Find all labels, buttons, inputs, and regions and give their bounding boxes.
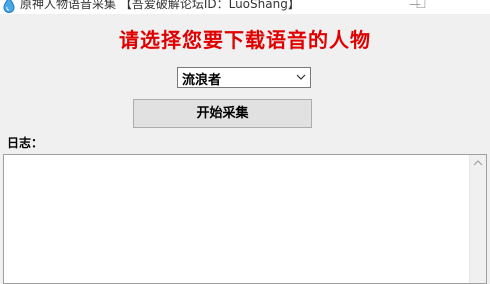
log-label: 日志： xyxy=(7,136,44,150)
title-bar: 原神人物语音采集 【吾爱破解论坛ID：LuoShang】 — ☐ xyxy=(0,0,490,14)
maximize-button[interactable]: ☐ xyxy=(406,0,436,12)
scroll-up-arrow-icon[interactable] xyxy=(470,155,486,172)
start-collect-button[interactable]: 开始采集 xyxy=(133,99,312,128)
log-scrollbar[interactable] xyxy=(469,155,486,283)
character-select-value: 流浪者 xyxy=(182,73,222,88)
water-drop-icon xyxy=(3,0,15,13)
character-select[interactable]: 流浪者 xyxy=(177,67,311,88)
chevron-down-icon xyxy=(296,74,306,80)
page-heading: 请选择您要下载语音的人物 xyxy=(119,28,371,52)
window-title: 原神人物语音采集 【吾爱破解论坛ID：LuoShang】 xyxy=(20,0,300,11)
log-textarea[interactable] xyxy=(3,154,487,284)
